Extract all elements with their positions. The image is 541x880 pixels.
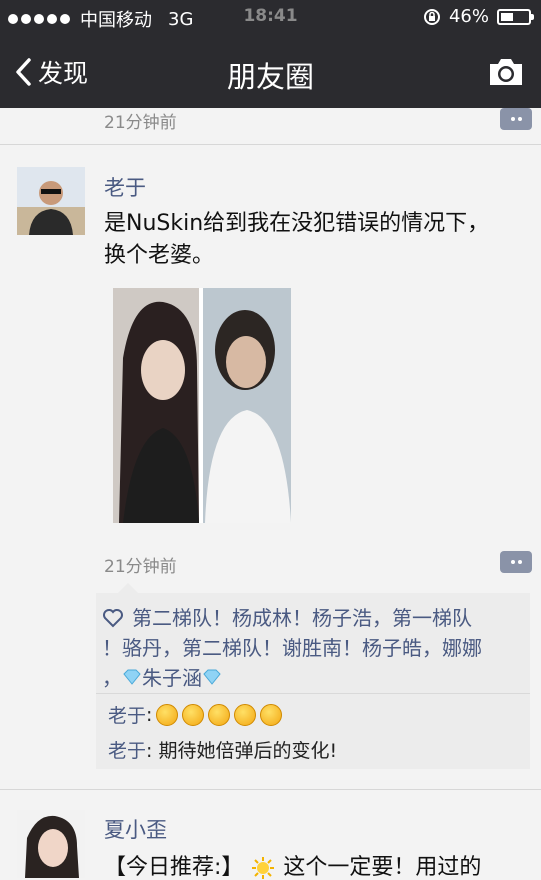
- previous-post-time: 21分钟前: [104, 113, 177, 133]
- likes-comments-box: 第二梯队！杨成林！杨子浩，第一梯队 ！骆丹，第二梯队！谢胜南！杨子皓，娜娜 ， 朱…: [96, 583, 530, 769]
- likes-line-1[interactable]: 第二梯队！杨成林！杨子浩，第一梯队: [132, 606, 472, 630]
- post-time: 21分钟前: [104, 557, 177, 577]
- previous-post-comment-button[interactable]: [500, 108, 532, 130]
- post-author-name[interactable]: 夏小歪: [104, 814, 167, 844]
- avatar-photo: [17, 167, 85, 235]
- post-text-line-2: 换个老婆。: [104, 243, 215, 268]
- heart-icon: [103, 609, 123, 628]
- avatar[interactable]: [17, 810, 85, 878]
- status-bar: 中国移动 3G 18:41 46%: [0, 0, 541, 36]
- camera-icon[interactable]: [487, 56, 525, 88]
- post-text-prefix: 【今日推荐:】: [104, 855, 244, 880]
- comment-button[interactable]: [500, 551, 532, 573]
- post-divider: [0, 789, 541, 790]
- face-emoji-icon: [156, 703, 179, 726]
- post-author-name[interactable]: 老于: [104, 172, 146, 202]
- comment-1[interactable]: 老于:: [108, 701, 283, 728]
- battery-fill: [501, 12, 513, 21]
- battery-percent: 46%: [448, 6, 489, 27]
- diamond-emoji-icon: [123, 669, 141, 685]
- sun-emoji-icon: [252, 857, 275, 879]
- face-emoji-icon: [260, 703, 283, 726]
- face-emoji-icon: [208, 703, 231, 726]
- comment-2[interactable]: 老于: 期待她倍弹后的变化!: [108, 736, 337, 763]
- likes-list: 第二梯队！杨成林！杨子浩，第一梯队 ！骆丹，第二梯队！谢胜南！杨子皓，娜娜 ， 朱…: [102, 603, 524, 693]
- battery-icon: [497, 8, 534, 25]
- comment-author[interactable]: 老于: [108, 701, 146, 728]
- face-emoji-icon: [182, 703, 205, 726]
- face-emoji-icon: [234, 703, 257, 726]
- diamond-emoji-icon: [203, 669, 221, 685]
- post-photo-image: [113, 288, 291, 523]
- comment-text: 期待她倍弹后的变化!: [158, 740, 338, 762]
- post-text-line-1: 是NuSkin给到我在没犯错误的情况下，: [104, 211, 490, 236]
- moments-feed[interactable]: 21分钟前 老于 是NuSkin给到我在没犯错误的情况下， 换个老婆。 21分钟…: [0, 108, 541, 880]
- likes-separator: [96, 693, 530, 694]
- post-text-line-1: 【今日推荐:】 这个一定要！用过的: [104, 852, 481, 880]
- page-title: 朋友圈: [226, 60, 314, 94]
- comment-author[interactable]: 老于: [108, 740, 146, 762]
- rotation-lock-icon: [423, 8, 440, 25]
- nav-bar: 发现 朋友圈: [0, 36, 541, 108]
- post-divider: [0, 144, 541, 145]
- post-photo[interactable]: [113, 288, 291, 523]
- status-right: 46%: [423, 6, 534, 27]
- avatar[interactable]: [17, 167, 85, 235]
- likes-line-3-prefix: ，: [102, 666, 122, 690]
- avatar-photo: [17, 810, 85, 878]
- likes-line-2[interactable]: ！骆丹，第二梯队！谢胜南！杨子皓，娜娜: [102, 636, 482, 660]
- likes-line-3-name[interactable]: 朱子涵: [142, 666, 202, 690]
- post-text-rest: 这个一定要！用过的: [283, 855, 482, 880]
